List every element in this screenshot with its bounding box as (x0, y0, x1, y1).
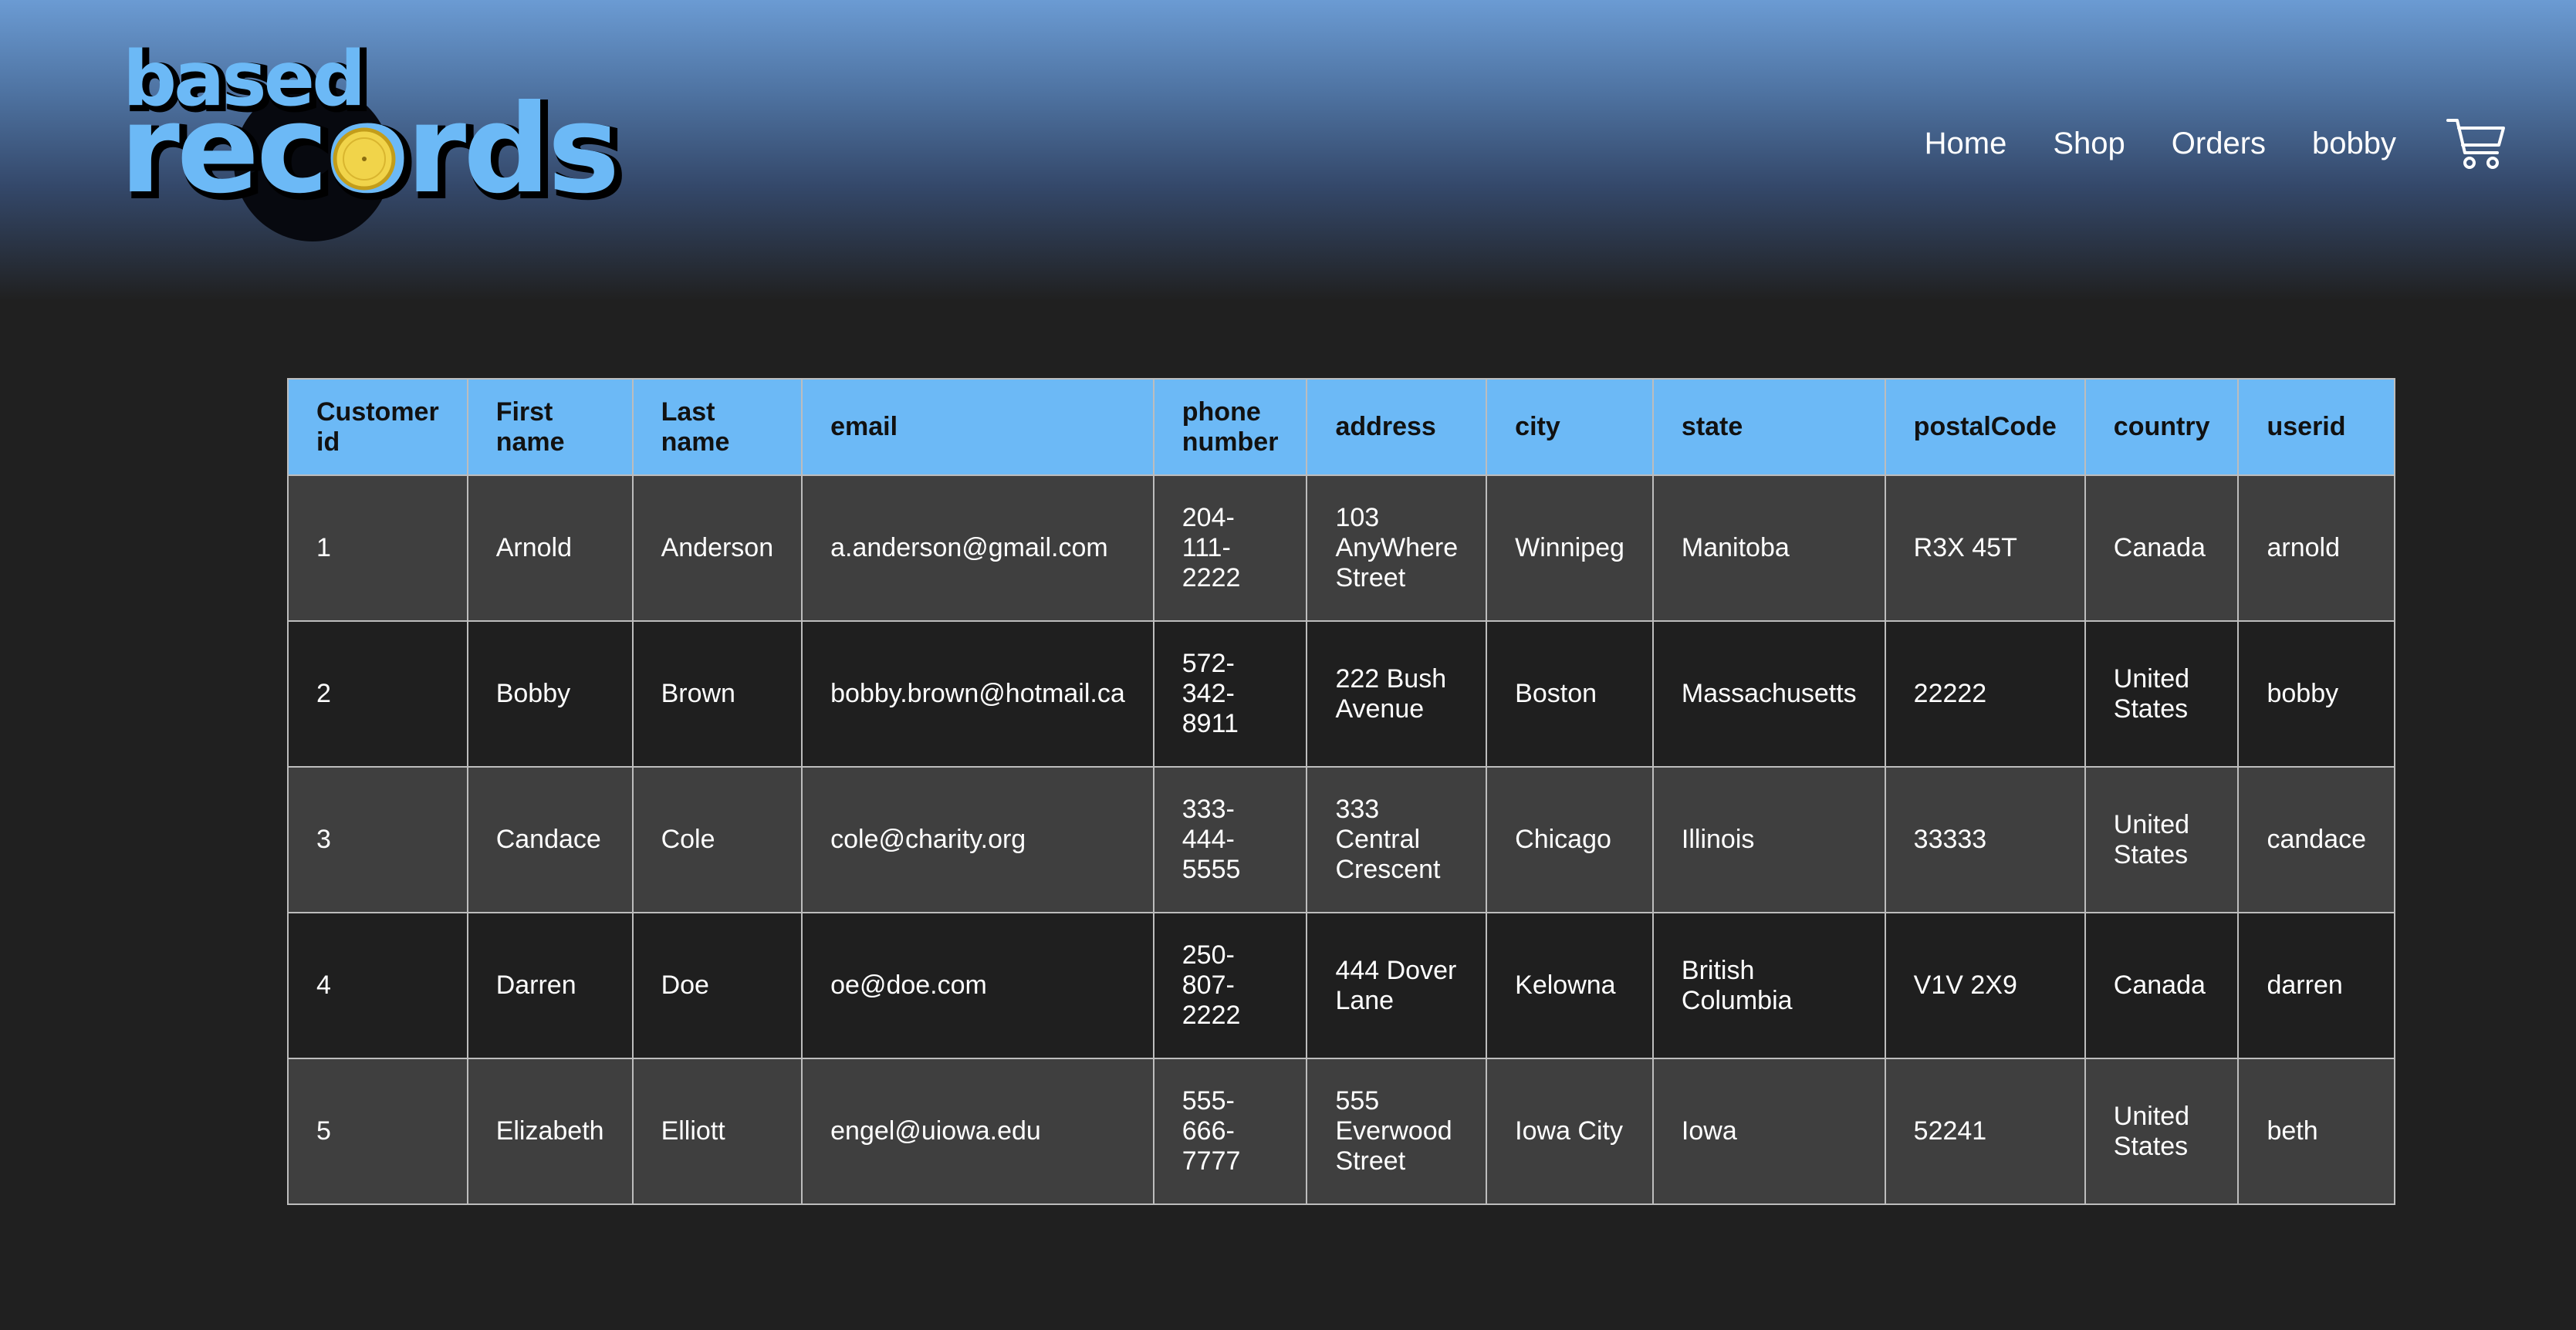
table-header-row: Customer id First name Last name email p… (287, 378, 2396, 476)
cell-state: Iowa (1651, 1058, 1886, 1205)
cell-last-name: Brown (631, 620, 803, 768)
cell-email: bobby.brown@hotmail.ca (801, 620, 1154, 768)
col-header-country: country (2084, 378, 2240, 476)
nav-shop[interactable]: Shop (2053, 127, 2125, 161)
cell-customer-id: 3 (287, 766, 468, 913)
col-header-email: email (801, 378, 1154, 476)
cell-country: United States (2084, 766, 2240, 913)
shopping-cart-icon[interactable] (2446, 116, 2507, 171)
cell-city: Chicago (1486, 766, 1654, 913)
table-row: 5 Elizabeth Elliott engel@uiowa.edu 555-… (287, 1058, 2396, 1205)
based-records-logo[interactable]: based based records records (120, 37, 629, 253)
col-header-userid: userid (2237, 378, 2396, 476)
cell-userid: beth (2237, 1058, 2396, 1205)
cell-city: Winnipeg (1486, 474, 1654, 622)
col-header-postal-code: postalCode (1884, 378, 2086, 476)
cell-userid: candace (2237, 766, 2396, 913)
cell-country: United States (2084, 1058, 2240, 1205)
cell-country: United States (2084, 620, 2240, 768)
col-header-last-name: Last name (631, 378, 803, 476)
cell-postal-code: R3X 45T (1884, 474, 2086, 622)
cell-last-name: Anderson (631, 474, 803, 622)
table-row: 2 Bobby Brown bobby.brown@hotmail.ca 572… (287, 620, 2396, 768)
table-row: 1 Arnold Anderson a.anderson@gmail.com 2… (287, 474, 2396, 622)
cell-first-name: Darren (466, 912, 634, 1059)
cell-last-name: Elliott (631, 1058, 803, 1205)
main-nav: Home Shop Orders bobby (1925, 116, 2507, 171)
cell-address: 103 AnyWhere Street (1306, 474, 1488, 622)
cell-userid: bobby (2237, 620, 2396, 768)
cell-userid: darren (2237, 912, 2396, 1059)
cell-email: oe@doe.com (801, 912, 1154, 1059)
cell-phone-number: 333-444-5555 (1152, 766, 1308, 913)
cell-customer-id: 5 (287, 1058, 468, 1205)
cell-customer-id: 4 (287, 912, 468, 1059)
col-header-customer-id: Customer id (287, 378, 468, 476)
col-header-phone-number: phone number (1152, 378, 1308, 476)
cell-address: 222 Bush Avenue (1306, 620, 1488, 768)
cell-state: Massachusetts (1651, 620, 1886, 768)
cell-email: engel@uiowa.edu (801, 1058, 1154, 1205)
cell-country: Canada (2084, 474, 2240, 622)
cell-customer-id: 1 (287, 474, 468, 622)
cell-postal-code: 33333 (1884, 766, 2086, 913)
col-header-address: address (1306, 378, 1488, 476)
customer-table: Customer id First name Last name email p… (287, 378, 2396, 1205)
nav-orders[interactable]: Orders (2172, 127, 2266, 161)
cell-state: Manitoba (1651, 474, 1886, 622)
cell-first-name: Candace (466, 766, 634, 913)
nav-user[interactable]: bobby (2312, 127, 2396, 161)
table-row: 4 Darren Doe oe@doe.com 250-807-2222 444… (287, 912, 2396, 1059)
col-header-first-name: First name (466, 378, 634, 476)
cell-city: Kelowna (1486, 912, 1654, 1059)
cell-address: 333 Central Crescent (1306, 766, 1488, 913)
nav-home[interactable]: Home (1925, 127, 2007, 161)
cell-email: a.anderson@gmail.com (801, 474, 1154, 622)
cell-customer-id: 2 (287, 620, 468, 768)
cell-postal-code: 22222 (1884, 620, 2086, 768)
cell-phone-number: 572-342-8911 (1152, 620, 1308, 768)
cell-phone-number: 555-666-7777 (1152, 1058, 1308, 1205)
cell-postal-code: 52241 (1884, 1058, 2086, 1205)
site-header: based based records records Home Shop Or… (0, 0, 2576, 301)
record-spindle-icon (362, 157, 367, 161)
cell-first-name: Arnold (466, 474, 634, 622)
customer-table-container: Customer id First name Last name email p… (287, 378, 2396, 1205)
cell-last-name: Doe (631, 912, 803, 1059)
cell-first-name: Bobby (466, 620, 634, 768)
cell-last-name: Cole (631, 766, 803, 913)
table-row: 3 Candace Cole cole@charity.org 333-444-… (287, 766, 2396, 913)
cell-userid: arnold (2237, 474, 2396, 622)
cell-city: Boston (1486, 620, 1654, 768)
cell-city: Iowa City (1486, 1058, 1654, 1205)
cell-email: cole@charity.org (801, 766, 1154, 913)
col-header-city: city (1486, 378, 1654, 476)
cell-phone-number: 204-111-2222 (1152, 474, 1308, 622)
cell-first-name: Elizabeth (466, 1058, 634, 1205)
cell-postal-code: V1V 2X9 (1884, 912, 2086, 1059)
cell-address: 555 Everwood Street (1306, 1058, 1488, 1205)
cell-country: Canada (2084, 912, 2240, 1059)
cell-state: British Columbia (1651, 912, 1886, 1059)
cell-phone-number: 250-807-2222 (1152, 912, 1308, 1059)
cell-state: Illinois (1651, 766, 1886, 913)
cell-address: 444 Dover Lane (1306, 912, 1488, 1059)
col-header-state: state (1651, 378, 1886, 476)
